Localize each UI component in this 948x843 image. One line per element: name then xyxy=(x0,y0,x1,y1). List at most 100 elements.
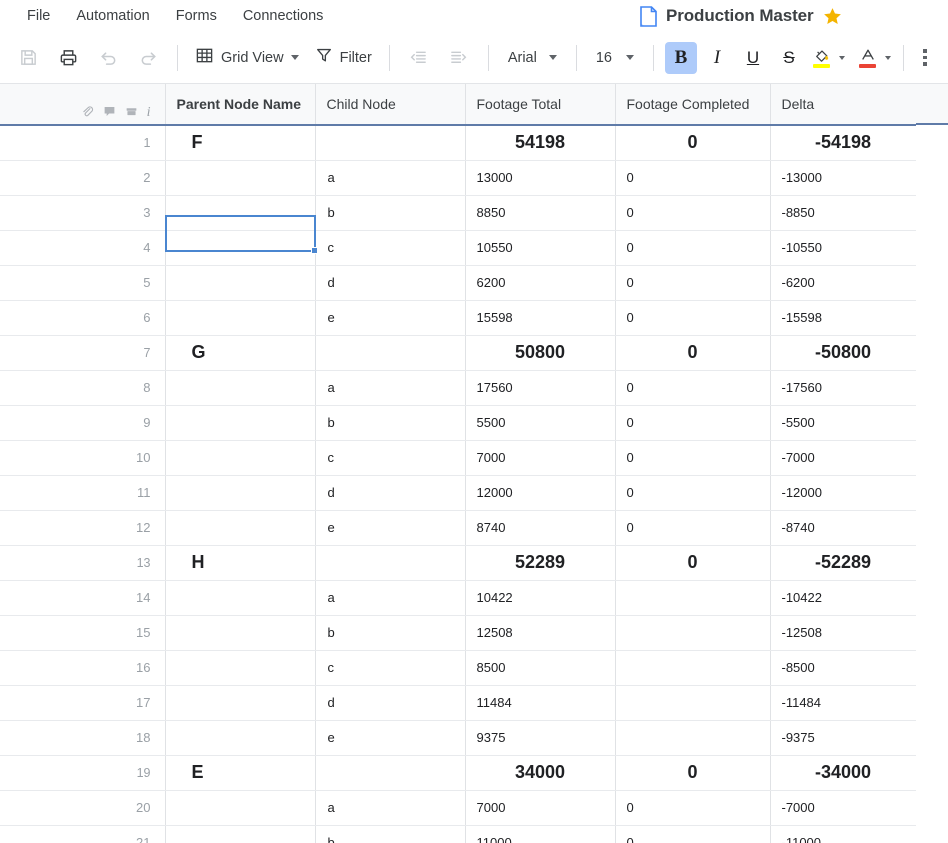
cell-footage-completed[interactable] xyxy=(615,685,771,721)
cell-footage-completed[interactable]: 0 xyxy=(615,195,771,231)
row-number[interactable]: 7 xyxy=(0,335,166,371)
cell-delta[interactable]: -12000 xyxy=(770,475,917,511)
table-row[interactable]: 16 c 8500 -8500 xyxy=(0,650,917,686)
cell-child-node[interactable] xyxy=(315,335,466,371)
cell-footage-completed[interactable]: 0 xyxy=(615,160,771,196)
cell-footage-completed[interactable]: 0 xyxy=(615,825,771,843)
cell-footage-total[interactable]: 9375 xyxy=(465,720,616,756)
archive-icon[interactable] xyxy=(125,105,138,118)
row-number[interactable]: 13 xyxy=(0,545,166,581)
cell-child-node[interactable] xyxy=(315,755,466,791)
cell-child-node[interactable]: b xyxy=(315,195,466,231)
save-icon[interactable] xyxy=(11,41,45,75)
cell-footage-total[interactable]: 8850 xyxy=(465,195,616,231)
cell-delta[interactable]: -10422 xyxy=(770,580,917,616)
cell-child-node[interactable]: c xyxy=(315,440,466,476)
filter-button[interactable]: Filter xyxy=(307,41,380,75)
cell-footage-completed[interactable] xyxy=(615,650,771,686)
grid-view-selector[interactable]: Grid View xyxy=(187,41,307,75)
row-number[interactable]: 15 xyxy=(0,615,166,651)
table-row[interactable]: 5 d 6200 0 -6200 xyxy=(0,265,917,301)
table-row[interactable]: 10 c 7000 0 -7000 xyxy=(0,440,917,476)
cell-footage-completed[interactable]: 0 xyxy=(615,790,771,826)
cell-delta[interactable]: -52289 xyxy=(770,545,917,581)
row-number[interactable]: 2 xyxy=(0,160,166,196)
row-number[interactable]: 9 xyxy=(0,405,166,441)
cell-footage-total[interactable]: 8740 xyxy=(465,510,616,546)
cell-delta[interactable]: -34000 xyxy=(770,755,917,791)
cell-parent-node-name[interactable] xyxy=(165,475,316,511)
table-row[interactable]: 1 F 54198 0 -54198 xyxy=(0,125,917,161)
cell-footage-completed[interactable]: 0 xyxy=(615,230,771,266)
cell-footage-total[interactable]: 8500 xyxy=(465,650,616,686)
cell-child-node[interactable]: e xyxy=(315,720,466,756)
cell-child-node[interactable]: b xyxy=(315,405,466,441)
table-row[interactable]: 13 H 52289 0 -52289 xyxy=(0,545,917,581)
table-row[interactable]: 6 e 15598 0 -15598 xyxy=(0,300,917,336)
menu-forms[interactable]: Forms xyxy=(163,4,230,28)
cell-footage-completed[interactable]: 0 xyxy=(615,440,771,476)
cell-footage-total[interactable]: 54198 xyxy=(465,125,616,161)
cell-delta[interactable]: -10550 xyxy=(770,230,917,266)
row-number[interactable]: 12 xyxy=(0,510,166,546)
more-vertical-icon[interactable] xyxy=(913,42,937,74)
cell-parent-node-name[interactable] xyxy=(165,615,316,651)
cell-footage-total[interactable]: 34000 xyxy=(465,755,616,791)
cell-parent-node-name[interactable] xyxy=(165,510,316,546)
cell-child-node[interactable]: a xyxy=(315,370,466,406)
cell-delta[interactable]: -54198 xyxy=(770,125,917,161)
cell-footage-completed[interactable]: 0 xyxy=(615,405,771,441)
cell-footage-completed[interactable]: 0 xyxy=(615,755,771,791)
cell-footage-total[interactable]: 11000 xyxy=(465,825,616,843)
cell-parent-node-name[interactable]: G xyxy=(165,335,316,371)
table-row[interactable]: 9 b 5500 0 -5500 xyxy=(0,405,917,441)
cell-parent-node-name[interactable] xyxy=(165,790,316,826)
table-row[interactable]: 8 a 17560 0 -17560 xyxy=(0,370,917,406)
cell-footage-total[interactable]: 12508 xyxy=(465,615,616,651)
cell-child-node[interactable]: e xyxy=(315,510,466,546)
table-row[interactable]: 18 e 9375 -9375 xyxy=(0,720,917,756)
column-header-child-node[interactable]: Child Node xyxy=(315,84,466,126)
cell-footage-total[interactable]: 50800 xyxy=(465,335,616,371)
row-number[interactable]: 1 xyxy=(0,125,166,161)
cell-parent-node-name[interactable] xyxy=(165,580,316,616)
cell-footage-total[interactable]: 5500 xyxy=(465,405,616,441)
row-number[interactable]: 10 xyxy=(0,440,166,476)
cell-delta[interactable]: -9375 xyxy=(770,720,917,756)
table-row[interactable]: 4 c 10550 0 -10550 xyxy=(0,230,917,266)
cell-footage-completed[interactable]: 0 xyxy=(615,265,771,301)
cell-footage-completed[interactable] xyxy=(615,580,771,616)
cell-parent-node-name[interactable] xyxy=(165,825,316,843)
row-number[interactable]: 5 xyxy=(0,265,166,301)
cell-child-node[interactable]: b xyxy=(315,615,466,651)
table-row[interactable]: 7 G 50800 0 -50800 xyxy=(0,335,917,371)
cell-footage-total[interactable]: 13000 xyxy=(465,160,616,196)
text-color-icon[interactable] xyxy=(853,42,883,74)
cell-parent-node-name[interactable] xyxy=(165,300,316,336)
cell-footage-total[interactable]: 15598 xyxy=(465,300,616,336)
cell-delta[interactable]: -17560 xyxy=(770,370,917,406)
cell-footage-total[interactable]: 11484 xyxy=(465,685,616,721)
cell-footage-total[interactable]: 6200 xyxy=(465,265,616,301)
spreadsheet-grid[interactable]: i Parent Node Name Child Node Footage To… xyxy=(0,84,948,843)
indent-decrease-icon[interactable] xyxy=(402,41,436,75)
cell-parent-node-name[interactable] xyxy=(165,230,316,266)
cell-delta[interactable]: -12508 xyxy=(770,615,917,651)
cell-delta[interactable]: -6200 xyxy=(770,265,917,301)
cell-delta[interactable]: -15598 xyxy=(770,300,917,336)
cell-delta[interactable]: -13000 xyxy=(770,160,917,196)
cell-parent-node-name[interactable] xyxy=(165,650,316,686)
underline-button[interactable]: U xyxy=(737,42,769,74)
table-row[interactable]: 20 a 7000 0 -7000 xyxy=(0,790,917,826)
row-number[interactable]: 20 xyxy=(0,790,166,826)
cell-delta[interactable]: -5500 xyxy=(770,405,917,441)
cell-parent-node-name[interactable] xyxy=(165,195,316,231)
cell-delta[interactable]: -7000 xyxy=(770,790,917,826)
chevron-down-icon[interactable] xyxy=(838,55,845,60)
cell-footage-completed[interactable]: 0 xyxy=(615,545,771,581)
print-icon[interactable] xyxy=(51,41,85,75)
menu-connections[interactable]: Connections xyxy=(230,4,337,28)
cell-delta[interactable]: -50800 xyxy=(770,335,917,371)
table-row[interactable]: 17 d 11484 -11484 xyxy=(0,685,917,721)
attachment-icon[interactable] xyxy=(81,105,94,118)
